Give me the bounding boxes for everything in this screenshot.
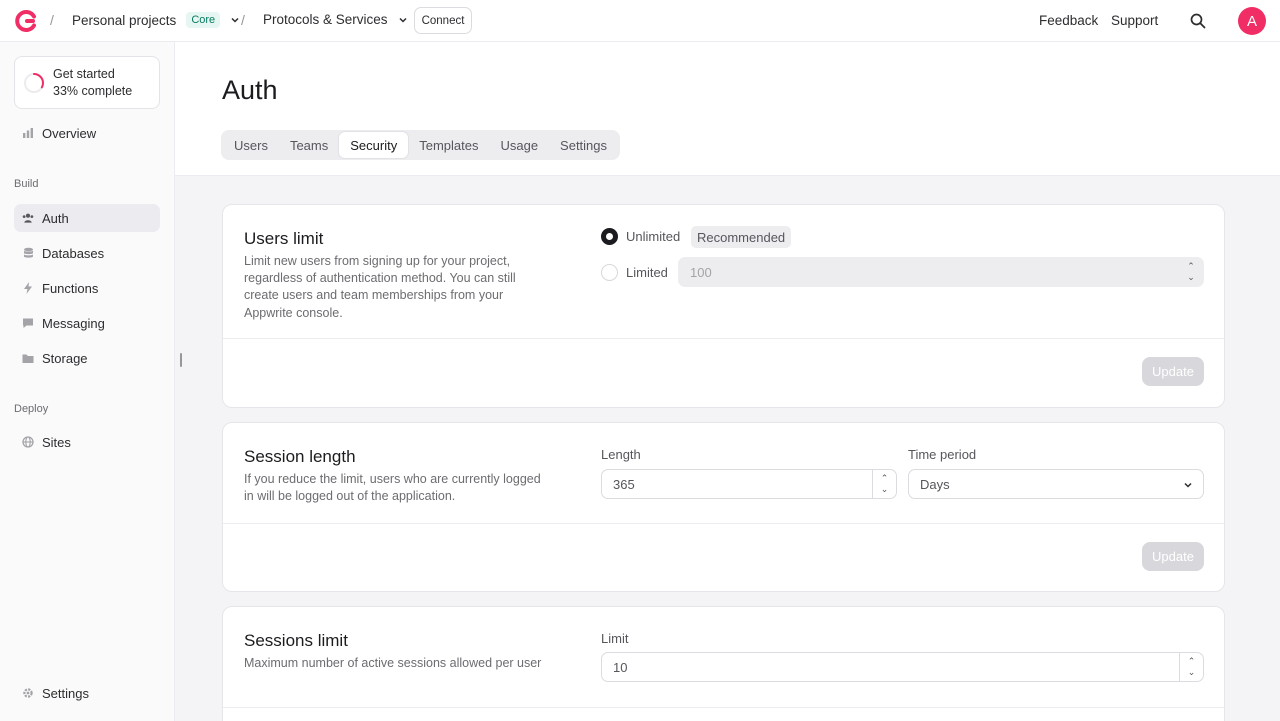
users-icon	[22, 212, 34, 224]
chevron-down-icon[interactable]: ⌄	[1187, 273, 1195, 282]
sidebar: Get started 33% complete Overview Build …	[0, 42, 175, 721]
card-title: Session length	[244, 447, 356, 466]
length-label: Length	[601, 447, 641, 462]
gear-icon	[22, 687, 34, 699]
time-period-value: Days	[920, 476, 950, 492]
recommended-badge: Recommended	[691, 226, 792, 248]
plan-badge: Core	[186, 12, 221, 28]
service-selector[interactable]: Protocols & Services	[263, 12, 408, 27]
chevron-up-icon[interactable]: ⌃	[1187, 262, 1195, 271]
chat-icon	[22, 317, 34, 329]
sessions-limit-card: Sessions limit Maximum number of active …	[222, 606, 1225, 721]
sidebar-item-label: Storage	[42, 350, 88, 366]
session-length-card: Session length If you reduce the limit, …	[222, 422, 1225, 592]
time-period-select[interactable]: Days	[908, 469, 1204, 499]
update-button[interactable]: Update	[1142, 357, 1204, 386]
sidebar-item-label: Functions	[42, 280, 99, 296]
top-header: / Personal projects Core / Protocols & S…	[0, 0, 1280, 42]
sidebar-resize-handle[interactable]	[180, 353, 182, 367]
get-started-card[interactable]: Get started 33% complete	[14, 56, 160, 109]
tab-teams[interactable]: Teams	[279, 132, 339, 158]
tab-bar: Users Teams Security Templates Usage Set…	[221, 130, 621, 160]
sidebar-item-auth[interactable]: Auth	[14, 204, 160, 232]
sessions-limit-value: 10	[613, 659, 628, 675]
sidebar-section-deploy: Deploy	[14, 403, 49, 415]
card-title: Users limit	[244, 229, 324, 248]
sidebar-item-label: Sites	[42, 434, 71, 450]
chevron-down-icon	[1184, 482, 1192, 488]
bar-chart-icon	[22, 127, 34, 139]
length-value: 365	[613, 476, 635, 492]
service-name: Protocols & Services	[263, 12, 388, 27]
tab-templates[interactable]: Templates	[408, 132, 489, 158]
page-title: Auth	[222, 75, 278, 105]
card-footer	[223, 707, 1224, 721]
sidebar-item-label: Databases	[42, 245, 105, 261]
time-period-label: Time period	[908, 447, 977, 462]
tab-users[interactable]: Users	[223, 132, 279, 158]
update-button[interactable]: Update	[1142, 542, 1204, 571]
limited-radio[interactable]	[601, 264, 618, 281]
sidebar-item-settings[interactable]: Settings	[14, 679, 160, 707]
limit-label: Limit	[601, 631, 629, 646]
tab-security[interactable]: Security	[339, 132, 409, 158]
tab-usage[interactable]: Usage	[489, 132, 549, 158]
bolt-icon	[22, 282, 34, 294]
appwrite-logo-icon[interactable]	[13, 9, 37, 33]
user-avatar[interactable]: A	[1238, 7, 1266, 35]
limited-label[interactable]: Limited	[626, 265, 668, 280]
sidebar-item-databases[interactable]: Databases	[14, 239, 160, 267]
number-stepper[interactable]: ⌃ ⌄	[1179, 653, 1203, 681]
feedback-link[interactable]: Feedback	[1039, 13, 1098, 28]
sidebar-item-storage[interactable]: Storage	[14, 344, 160, 372]
progress-ring-icon	[24, 73, 44, 93]
database-icon	[22, 247, 34, 259]
chevron-up-icon[interactable]: ⌃	[881, 474, 889, 483]
users-limit-input[interactable]: 100 ⌃ ⌄	[678, 257, 1204, 287]
breadcrumb-separator: /	[50, 12, 54, 28]
project-name: Personal projects	[72, 12, 177, 28]
card-description: If you reduce the limit, users who are c…	[244, 472, 541, 504]
globe-icon	[22, 436, 34, 448]
sessions-limit-input[interactable]: 10 ⌃ ⌄	[601, 652, 1204, 682]
unlimited-radio[interactable]	[601, 228, 618, 245]
unlimited-label[interactable]: Unlimited	[626, 229, 680, 244]
chevron-down-icon[interactable]: ⌄	[881, 485, 889, 494]
chevron-down-icon[interactable]: ⌄	[1188, 668, 1196, 677]
tab-settings[interactable]: Settings	[549, 132, 618, 158]
sidebar-item-label: Auth	[42, 210, 69, 226]
card-description: Limit new users from signing up for your…	[244, 254, 516, 320]
get-started-progress: 33% complete	[53, 84, 133, 98]
card-footer: Update	[223, 338, 1224, 407]
number-stepper[interactable]: ⌃ ⌄	[872, 470, 896, 498]
number-stepper[interactable]: ⌃ ⌄	[1179, 258, 1203, 286]
card-footer: Update	[223, 523, 1224, 591]
breadcrumb-separator: /	[241, 12, 245, 28]
project-selector[interactable]: Personal projects Core	[72, 12, 240, 28]
page-header: Auth Users Teams Security Templates Usag…	[175, 42, 1280, 176]
users-limit-card: Users limit Limit new users from signing…	[222, 204, 1225, 408]
folder-icon	[22, 352, 34, 364]
search-icon[interactable]	[1189, 12, 1207, 30]
sidebar-item-messaging[interactable]: Messaging	[14, 309, 160, 337]
card-title: Sessions limit	[244, 631, 348, 650]
users-limit-placeholder: 100	[690, 264, 712, 280]
sidebar-item-label: Overview	[42, 125, 97, 141]
sidebar-item-sites[interactable]: Sites	[14, 428, 160, 456]
sidebar-item-label: Settings	[42, 685, 89, 701]
sidebar-item-functions[interactable]: Functions	[14, 274, 160, 302]
sidebar-item-overview[interactable]: Overview	[14, 119, 160, 147]
chevron-up-icon[interactable]: ⌃	[1188, 657, 1196, 666]
sidebar-item-label: Messaging	[42, 315, 105, 331]
chevron-down-icon	[231, 17, 239, 23]
chevron-down-icon	[399, 17, 407, 23]
connect-button[interactable]: Connect	[414, 7, 472, 34]
get-started-title: Get started	[53, 67, 115, 81]
length-input[interactable]: 365 ⌃ ⌄	[601, 469, 897, 499]
sidebar-section-build: Build	[14, 178, 39, 190]
card-description: Maximum number of active sessions allowe…	[244, 656, 542, 670]
support-link[interactable]: Support	[1111, 13, 1158, 28]
